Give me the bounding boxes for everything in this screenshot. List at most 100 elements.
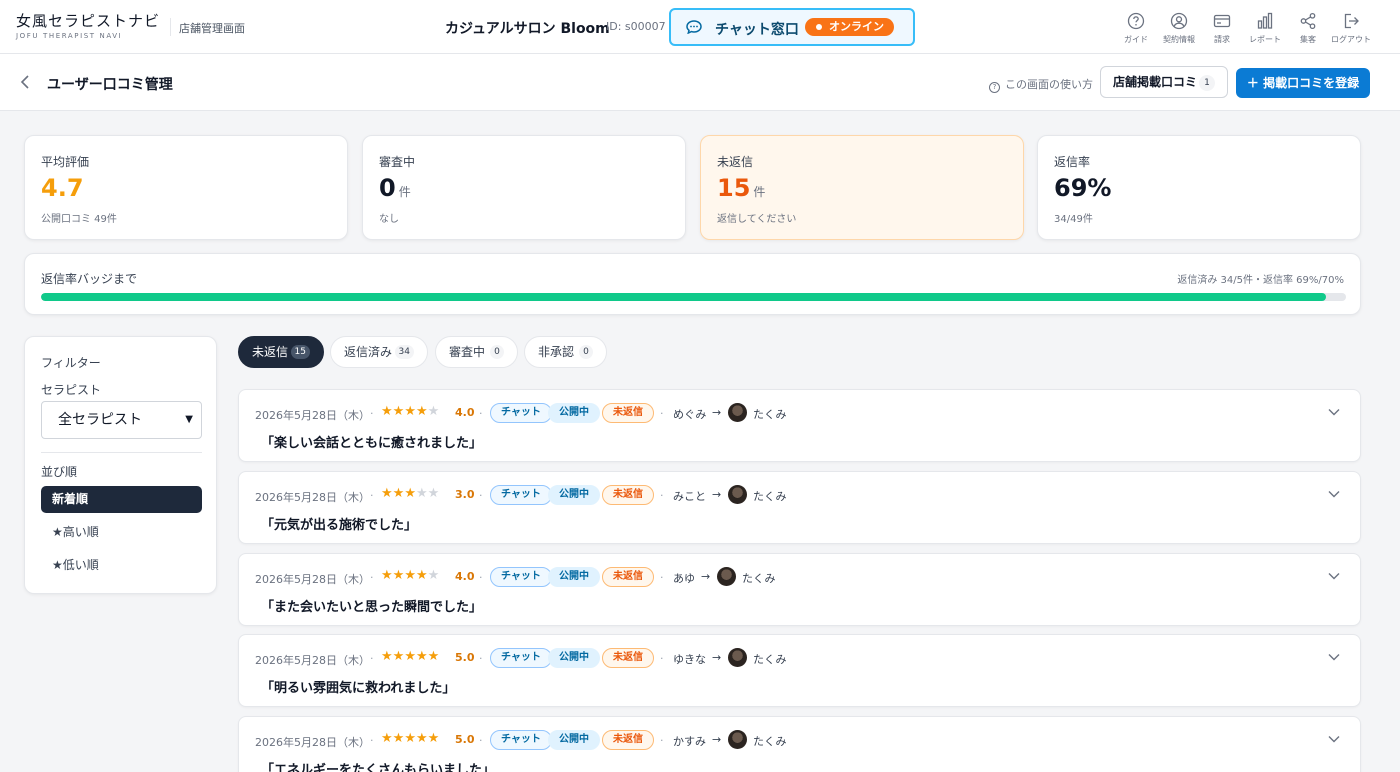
stat-label: 返信率	[1054, 155, 1091, 169]
stat-label: 審査中	[379, 155, 416, 169]
therapist-avatar	[717, 567, 736, 586]
stat-value: 69%	[1054, 174, 1111, 202]
channel-badge: チャット	[490, 567, 552, 587]
separator-dot: ·	[370, 489, 374, 502]
therapist-avatar	[728, 403, 747, 422]
unreplied-badge: 未返信	[602, 485, 654, 505]
star-rating: ★★★★★	[381, 731, 439, 746]
stat-card-under-review: 審査中 0件 なし	[362, 135, 686, 240]
logo-divider	[170, 18, 171, 36]
chat-window-button[interactable]: チャット窓口 オンライン	[669, 8, 915, 46]
howto-text: この画面の使い方	[1005, 78, 1093, 91]
star-icon: ★	[381, 649, 393, 664]
nav-logout-label: ログアウト	[1331, 35, 1371, 44]
star-icon: ★	[415, 568, 428, 583]
separator-dot: ·	[479, 734, 483, 747]
site-logo[interactable]: 女風セラピストナビ JOFU THERAPIST NAVI	[16, 10, 160, 40]
online-status-badge: オンライン	[805, 18, 894, 36]
nav-logout[interactable]: ログアウト	[1329, 12, 1373, 45]
sort-rating-high[interactable]: ★高い順	[41, 519, 202, 546]
sort-label: 並び順	[41, 465, 78, 479]
nav-guide[interactable]: ガイド	[1114, 12, 1158, 45]
tab-count: 34	[394, 345, 414, 359]
help-circle-icon	[1127, 12, 1145, 30]
review-row[interactable]: 2026年5月28日（木） · ★★★★★ 4.0 · チャット 公開中 未返信 · めぐみ → たく…	[238, 389, 1361, 462]
therapist-avatar	[728, 648, 747, 667]
nav-guide-label: ガイド	[1124, 35, 1148, 44]
tab-under-review[interactable]: 審査中 0	[435, 336, 518, 368]
reviewer-name: みこと	[673, 490, 706, 503]
star-icon: ★	[404, 404, 416, 419]
star-icon: ★	[427, 404, 440, 419]
sort-newest[interactable]: 新着順	[41, 486, 202, 513]
nav-report[interactable]: レポート	[1243, 12, 1287, 45]
review-row[interactable]: 2026年5月28日（木） · ★★★★★ 5.0 · チャット 公開中 未返信 · ゆきな → たく…	[238, 634, 1361, 707]
register-review-button[interactable]: ＋ 掲載口コミを登録	[1236, 68, 1370, 98]
public-badge: 公開中	[548, 403, 600, 423]
star-icon: ★	[415, 649, 428, 664]
star-icon: ★	[381, 731, 393, 746]
separator-dot: ·	[370, 734, 374, 747]
stat-number: 4.7	[41, 174, 84, 202]
review-date: 2026年5月28日（木）	[255, 491, 370, 504]
chevron-left-icon[interactable]	[18, 74, 32, 90]
tab-unreplied[interactable]: 未返信 15	[238, 336, 324, 368]
star-icon: ★	[427, 486, 440, 501]
filter-title: フィルター	[41, 356, 101, 370]
star-icon: ★	[392, 649, 405, 664]
public-badge: 公開中	[548, 648, 600, 668]
therapist-avatar	[728, 730, 747, 749]
therapist-select[interactable]: 全セラピスト ▼	[41, 401, 202, 439]
review-row[interactable]: 2026年5月28日（木） · ★★★★★ 3.0 · チャット 公開中 未返信 · みこと → たく…	[238, 471, 1361, 544]
page-title: ユーザー口コミ管理	[47, 77, 173, 93]
howto-link[interactable]: ? この画面の使い方	[989, 76, 1093, 93]
nav-contract[interactable]: 契約情報	[1157, 12, 1201, 45]
review-date: 2026年5月28日（木）	[255, 654, 370, 667]
filter-panel: フィルター セラピスト 全セラピスト ▼ 並び順 新着順 ★高い順 ★低い順	[24, 336, 217, 594]
star-icon: ★	[392, 404, 405, 419]
star-icon: ★	[427, 568, 440, 583]
stat-card-average-rating: 平均評価 4.7 公開口コミ 49件	[24, 135, 348, 240]
separator-dot: ·	[660, 652, 664, 665]
stat-card-unreplied[interactable]: 未返信 15 件 返信してください	[700, 135, 1024, 240]
nav-marketing[interactable]: 集客	[1286, 12, 1330, 45]
progress-track	[41, 293, 1346, 301]
arrow-right-icon: →	[712, 651, 722, 664]
arrow-right-icon: →	[712, 733, 722, 746]
unreplied-badge: 未返信	[602, 730, 654, 750]
tab-replied[interactable]: 返信済み 34	[330, 336, 428, 368]
status-dot	[816, 24, 822, 30]
stat-label: 平均評価	[41, 155, 90, 169]
tab-rejected[interactable]: 非承認 0	[524, 336, 607, 368]
help-icon: ?	[989, 82, 1000, 93]
chevron-down-icon[interactable]	[1328, 735, 1340, 743]
stat-number: 69%	[1054, 174, 1112, 202]
sort-rating-low[interactable]: ★低い順	[41, 552, 202, 579]
separator-dot: ·	[479, 571, 483, 584]
chevron-down-icon[interactable]	[1328, 572, 1340, 580]
chevron-down-icon[interactable]	[1328, 653, 1340, 661]
stat-value: 0件	[379, 174, 411, 202]
review-row[interactable]: 2026年5月28日（木） · ★★★★★ 5.0 · チャット 公開中 未返信 · かすみ → たく…	[238, 716, 1361, 772]
bar-chart-icon	[1257, 12, 1273, 29]
nav-billing[interactable]: 請求	[1200, 12, 1244, 45]
therapist-avatar	[728, 485, 747, 504]
star-icon: ★	[381, 404, 393, 419]
star-icon: ★	[404, 486, 416, 501]
register-review-label: 掲載口コミを登録	[1263, 76, 1360, 90]
store-reviews-button[interactable]: 店舗掲載口コミ 1	[1100, 66, 1228, 98]
store-reviews-label: 店舗掲載口コミ	[1113, 75, 1198, 89]
therapist-filter-label: セラピスト	[41, 383, 102, 397]
shop-name: カジュアルサロン Bloom	[445, 21, 610, 37]
divider	[41, 452, 202, 453]
logo-main-text: 女風セラピストナビ	[16, 12, 161, 30]
chevron-down-icon[interactable]	[1328, 490, 1340, 498]
tab-label: 非承認	[538, 345, 575, 359]
reviewer-name: かすみ	[673, 735, 706, 748]
separator-dot: ·	[479, 652, 483, 665]
star-icon: ★	[415, 486, 428, 501]
chevron-down-icon[interactable]	[1328, 408, 1340, 416]
stat-unit: 件	[398, 185, 411, 199]
review-row[interactable]: 2026年5月28日（木） · ★★★★★ 4.0 · チャット 公開中 未返信 · あゆ → たくみ…	[238, 553, 1361, 626]
star-icon: ★	[381, 486, 393, 501]
